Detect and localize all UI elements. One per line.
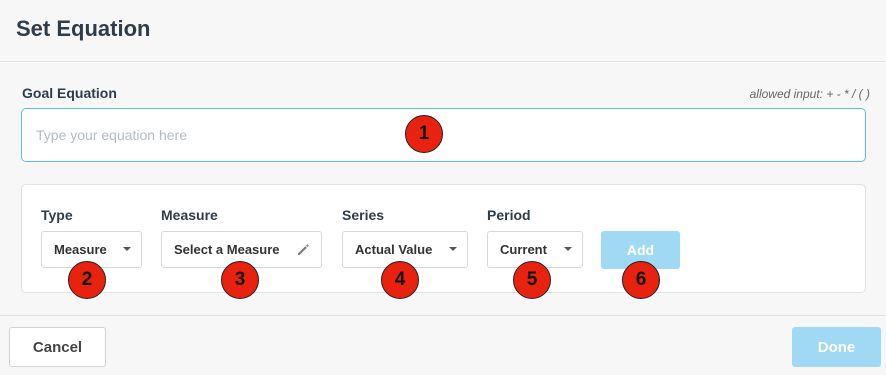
measure-select-value: Select a Measure [174,242,280,257]
goal-equation-input[interactable] [21,108,866,162]
chevron-down-icon [449,247,457,251]
period-label: Period [487,207,531,223]
marker-6: 6 [622,261,660,299]
type-select-value: Measure [54,242,107,257]
marker-4: 4 [381,261,419,299]
cancel-button[interactable]: Cancel [9,327,106,367]
dialog-footer [0,315,886,375]
marker-3: 3 [221,261,259,299]
goal-equation-label: Goal Equation [22,85,117,101]
allowed-input-hint: allowed input: + - * / ( ) [749,87,870,101]
chevron-down-icon [123,247,131,251]
marker-1: 1 [405,115,443,153]
chevron-down-icon [564,247,572,251]
pencil-icon [298,244,309,255]
marker-2: 2 [68,261,106,299]
marker-5: 5 [513,261,551,299]
done-button[interactable]: Done [792,327,881,367]
measure-label: Measure [161,207,218,223]
period-select-value: Current [500,242,547,257]
series-select-value: Actual Value [355,242,433,257]
dialog-title: Set Equation [16,16,151,41]
type-label: Type [41,207,73,223]
series-label: Series [342,207,385,223]
